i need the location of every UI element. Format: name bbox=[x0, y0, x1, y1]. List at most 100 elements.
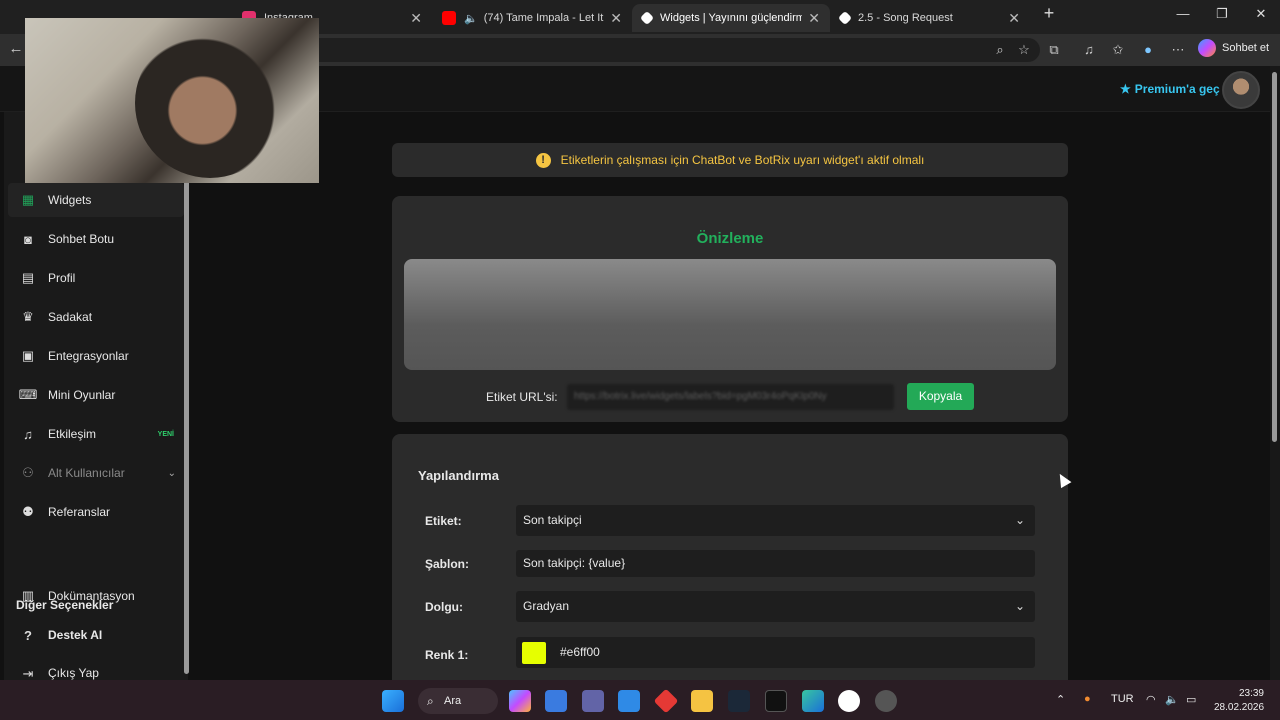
scrollbar-thumb[interactable] bbox=[1272, 72, 1277, 442]
avatar[interactable] bbox=[1222, 71, 1260, 109]
grid-icon: ▦ bbox=[21, 192, 35, 207]
new-tab-icon[interactable]: + bbox=[1034, 3, 1064, 24]
store-icon[interactable] bbox=[545, 690, 567, 712]
music-icon[interactable]: ♫ bbox=[1079, 42, 1099, 57]
star-icon: ★ bbox=[1120, 82, 1131, 96]
microphone-icon[interactable]: ● bbox=[1084, 693, 1091, 705]
sidebar-item-minigames[interactable]: ⌨ Mini Oyunlar bbox=[8, 378, 184, 412]
preview-title: Önizleme bbox=[696, 230, 764, 247]
tab-youtube[interactable]: 🔈 (74) Tame Impala - Let It Happen ✕ bbox=[432, 4, 632, 32]
search-icon: ⌕ bbox=[427, 694, 434, 708]
taskbar: ⌕ Ara ⌃ ● TUR ◠ 🔈 ▭ 23:39 28.02.2026 bbox=[0, 680, 1280, 720]
page-scrollbar[interactable] bbox=[1270, 66, 1280, 680]
streamer-webcam bbox=[135, 28, 285, 178]
sidebar-item-referrals[interactable]: ⚉ Referanslar bbox=[8, 495, 184, 529]
edge-icon[interactable] bbox=[802, 690, 824, 712]
minimize-icon[interactable]: — bbox=[1168, 6, 1198, 21]
vscode-icon[interactable] bbox=[618, 690, 640, 712]
zoom-icon[interactable]: ⌕ bbox=[990, 42, 1010, 58]
restore-icon[interactable]: ❐ bbox=[1207, 6, 1237, 22]
volume-icon[interactable]: 🔈 bbox=[1165, 693, 1179, 706]
sidebar-scrollbar[interactable] bbox=[184, 178, 189, 674]
fill-select[interactable]: Gradyan ⌄ bbox=[516, 591, 1035, 622]
back-icon[interactable]: ← bbox=[6, 40, 26, 57]
people-icon: ⚉ bbox=[22, 504, 34, 519]
app-icon[interactable] bbox=[875, 690, 897, 712]
chevron-down-icon: ⌄ bbox=[167, 467, 176, 479]
sidebar-item-loyalty[interactable]: ♛ Sadakat bbox=[8, 300, 184, 334]
clock[interactable]: 23:39 28.02.2026 bbox=[1214, 687, 1264, 715]
book-icon: ▥ bbox=[21, 588, 35, 603]
address-bar[interactable] bbox=[300, 38, 1040, 62]
sidebar-item-label: Etkileşim bbox=[48, 427, 97, 441]
battery-icon[interactable]: ▭ bbox=[1186, 693, 1196, 706]
warning-banner: ! Etiketlerin çalışması için ChatBot ve … bbox=[392, 143, 1068, 177]
teams-icon[interactable] bbox=[582, 690, 604, 712]
label-select[interactable]: Son takipçi ⌄ bbox=[516, 505, 1035, 536]
sidebar-item-subusers[interactable]: ⚇ Alt Kullanıcılar ⌄ bbox=[8, 456, 184, 490]
wifi-icon[interactable]: ◠ bbox=[1146, 693, 1156, 706]
more-icon[interactable]: ⋯ bbox=[1168, 42, 1188, 58]
widget-preview bbox=[404, 259, 1056, 370]
sidebar-item-label: Sohbet Botu bbox=[48, 232, 115, 246]
color1-picker[interactable]: #e6ff00 bbox=[516, 637, 1035, 668]
sidebar-item-docs[interactable]: ▥ Dokümantasyon bbox=[8, 579, 184, 613]
robot-icon: ◙ bbox=[24, 231, 32, 247]
help-icon: ? bbox=[24, 627, 32, 643]
fill-field-label: Dolgu: bbox=[425, 600, 463, 614]
close-tab-icon[interactable]: ✕ bbox=[1008, 10, 1020, 27]
chrome-icon[interactable] bbox=[838, 690, 860, 712]
close-tab-icon[interactable]: ✕ bbox=[610, 10, 622, 27]
taskbar-search[interactable]: ⌕ Ara bbox=[418, 688, 498, 714]
template-field-label: Şablon: bbox=[425, 557, 469, 571]
trophy-icon: ♛ bbox=[22, 309, 34, 324]
sidebar-item-profile[interactable]: ▤ Profil bbox=[8, 261, 184, 295]
fill-select-value: Gradyan bbox=[523, 599, 570, 613]
extensions-icon[interactable]: ⧉ bbox=[1044, 42, 1064, 58]
copy-button[interactable]: Kopyala bbox=[907, 383, 974, 410]
sidebar-item-label: Widgets bbox=[48, 193, 92, 207]
red-app-icon[interactable] bbox=[653, 688, 679, 714]
chevron-up-icon[interactable]: ⌃ bbox=[1056, 693, 1065, 706]
botrix-icon bbox=[837, 10, 853, 26]
speaker-icon[interactable]: 🔈 bbox=[464, 12, 478, 25]
tab-widgets[interactable]: Widgets | Yayınını güçlendirmek için ✕ bbox=[632, 4, 830, 32]
tab-title: 2.5 - Song Request bbox=[858, 12, 953, 24]
id-card-icon: ▤ bbox=[21, 270, 35, 285]
favorite-star-icon[interactable]: ☆ bbox=[1014, 42, 1034, 58]
color1-field-label: Renk 1: bbox=[425, 648, 469, 662]
sidebar-item-logout[interactable]: ⇥ Çıkış Yap bbox=[8, 657, 184, 680]
sidebar-item-widgets[interactable]: ▦ Widgets bbox=[8, 183, 184, 217]
clock-date: 28.02.2026 bbox=[1214, 702, 1265, 713]
close-window-icon[interactable]: ✕ bbox=[1246, 6, 1276, 22]
color-swatch[interactable] bbox=[522, 642, 546, 664]
youtube-icon bbox=[442, 11, 456, 25]
favorites-icon[interactable]: ✩ bbox=[1108, 42, 1128, 58]
file-explorer-icon[interactable] bbox=[691, 690, 713, 712]
sidebar-item-chatbot[interactable]: ◙ Sohbet Botu bbox=[8, 222, 184, 256]
config-card: Yapılandırma Etiket: Son takipçi ⌄ Şablo… bbox=[392, 434, 1068, 694]
steam-icon[interactable] bbox=[728, 690, 750, 712]
tab-song-request[interactable]: 2.5 - Song Request ✕ bbox=[830, 4, 1030, 32]
users-icon: ⚇ bbox=[22, 465, 34, 480]
plug-icon: ▣ bbox=[21, 348, 35, 363]
profile-icon[interactable]: ● bbox=[1138, 42, 1158, 57]
close-tab-icon[interactable]: ✕ bbox=[410, 10, 422, 27]
copilot-button[interactable]: Sohbet et bbox=[1198, 39, 1269, 57]
copilot-app-icon[interactable] bbox=[509, 690, 531, 712]
language-indicator[interactable]: TUR bbox=[1111, 693, 1134, 705]
sidebar-item-support-ai[interactable]: ? Destek AI bbox=[8, 618, 184, 652]
sidebar-item-label: Alt Kullanıcılar bbox=[48, 466, 125, 480]
tab-title: (74) Tame Impala - Let It Happen bbox=[483, 12, 605, 24]
epic-games-icon[interactable] bbox=[765, 690, 787, 712]
config-title: Yapılandırma bbox=[418, 468, 499, 483]
new-badge: YENİ bbox=[157, 430, 174, 438]
template-input[interactable]: Son takipçi: {value} bbox=[516, 550, 1035, 577]
sidebar-item-interaction[interactable]: ♫ Etkileşim YENİ bbox=[8, 417, 184, 451]
start-icon[interactable] bbox=[382, 690, 404, 712]
label-url-field[interactable]: https://botrix.live/widgets/labels?bid=p… bbox=[567, 384, 894, 410]
close-tab-icon[interactable]: ✕ bbox=[808, 10, 820, 27]
copilot-label: Sohbet et bbox=[1222, 42, 1270, 54]
sidebar-item-integrations[interactable]: ▣ Entegrasyonlar bbox=[8, 339, 184, 373]
premium-link[interactable]: ★ Premium'a geç bbox=[1120, 82, 1220, 96]
